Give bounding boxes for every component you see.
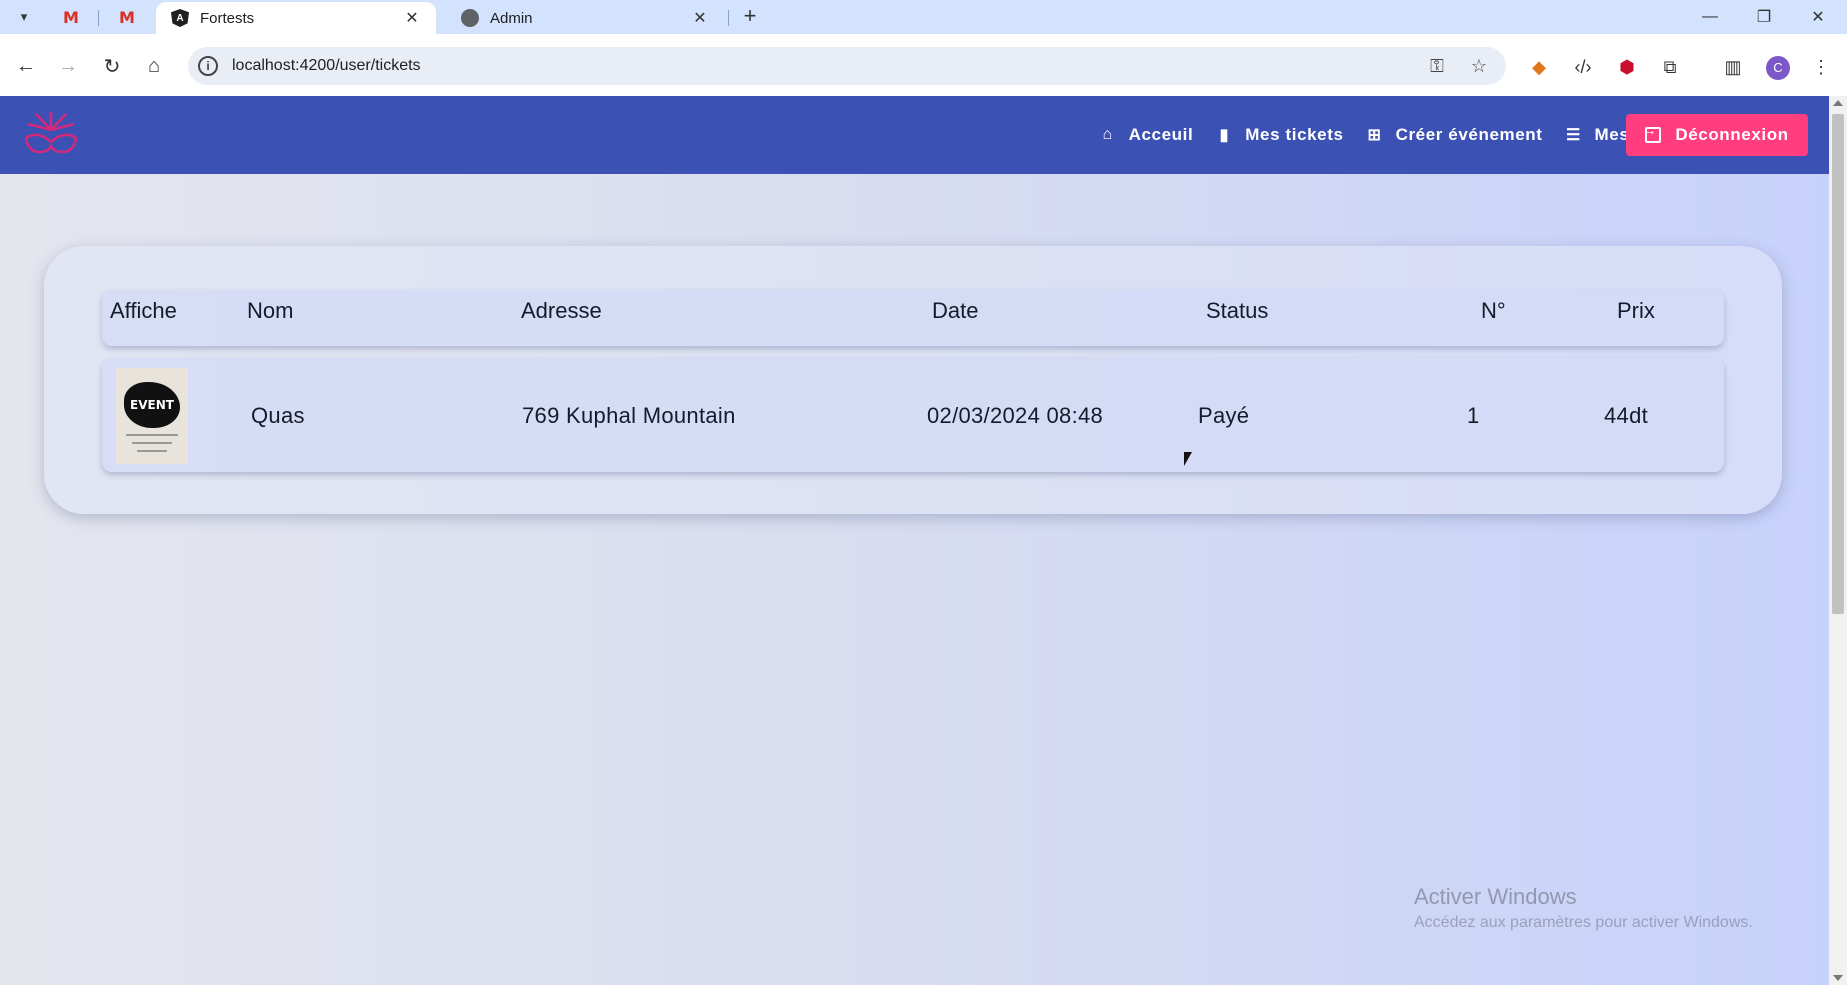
windows-activation-title: Activer Windows [1414,884,1577,909]
column-header-prix: Prix [1617,298,1655,323]
side-panel-icon[interactable]: ▥ [1720,54,1746,80]
nav-link-mes-tickets[interactable]: ▮ Mes tickets [1215,125,1343,145]
browser-tab-bar: ▾ M M A Fortests ✕ Admin ✕ + — ❐ ✕ [0,0,1847,34]
home-icon: ⌂ [1102,126,1113,143]
forward-arrow-icon[interactable]: → [54,52,82,80]
star-icon[interactable]: ☆ [1468,55,1490,77]
logout-label: Déconnexion [1675,125,1789,144]
back-arrow-icon[interactable]: ← [12,52,40,80]
scrollbar-thumb[interactable] [1832,114,1844,614]
new-tab-button[interactable]: + [738,5,762,29]
url-text: localhost:4200/user/tickets [232,57,421,74]
cell-prix: 44dt [1604,403,1649,428]
film-icon: ▮ [1219,127,1229,144]
profile-avatar[interactable]: C [1766,56,1790,80]
browser-toolbar: ← → ↻ ⌂ i localhost:4200/user/tickets ⚿ … [0,34,1847,96]
mouse-cursor-icon [1184,452,1192,466]
column-header-adresse: Adresse [521,298,602,323]
scroll-down-arrow-icon[interactable] [1833,975,1843,981]
gmail-icon: M [119,7,135,27]
column-header-date: Date [932,298,979,323]
nav-link-label: Acceuil [1128,125,1194,144]
app-navbar: ⌂ Acceuil ▮ Mes tickets ⊞ Créer événemen… [0,96,1829,174]
scroll-up-arrow-icon[interactable] [1833,100,1843,106]
pinned-tab-gmail[interactable]: M [54,5,88,29]
cell-status: Payé [1198,403,1250,428]
globe-icon [460,8,480,28]
angular-icon: A [170,8,190,28]
nav-link-label: Mes tickets [1245,125,1344,144]
tab-search-chevron-icon[interactable]: ▾ [12,5,36,29]
page-viewport: ⌂ Acceuil ▮ Mes tickets ⊞ Créer événemen… [0,96,1829,985]
close-tab-icon[interactable]: ✕ [690,8,710,28]
gmail-icon: M [63,7,79,27]
close-window-button[interactable]: ✕ [1798,4,1838,30]
adblock-extension-icon[interactable]: ⬢ [1614,54,1640,80]
list-icon: ☰ [1566,127,1581,144]
logout-icon [1642,122,1662,143]
code-extension-icon[interactable]: ‹/› [1570,54,1596,80]
column-header-numero: N° [1481,298,1506,323]
column-header-nom: Nom [247,298,294,323]
address-bar[interactable]: i localhost:4200/user/tickets ⚿ ☆ [188,47,1506,85]
cell-numero: 1 [1467,403,1480,428]
extensions-puzzle-icon[interactable]: ⧉ [1657,54,1683,80]
nav-link-acceuil[interactable]: ⌂ Acceuil [1099,125,1194,145]
poster-text: EVENT [130,398,174,412]
metamask-extension-icon[interactable]: ◆ [1526,54,1552,80]
tickets-card: Affiche Nom Adresse Date Status N° Prix … [44,246,1782,514]
tab-admin[interactable]: Admin ✕ [446,2,724,34]
plus-square-icon: ⊞ [1367,127,1382,144]
event-poster-image[interactable]: EVENT [116,368,188,464]
nav-link-label: Créer événement [1395,125,1543,144]
restore-window-button[interactable]: ❐ [1744,4,1784,30]
tab-title: Admin [490,9,533,27]
close-tab-icon[interactable]: ✕ [402,8,422,28]
logout-button[interactable]: Déconnexion [1626,114,1808,156]
pinned-tab-gmail[interactable]: M [110,5,144,29]
tab-separator [98,10,99,26]
kebab-menu-icon[interactable]: ⋮ [1808,54,1834,80]
column-header-status: Status [1206,298,1269,323]
vertical-scrollbar[interactable] [1829,96,1847,985]
table-header: Affiche Nom Adresse Date Status N° Prix [102,290,1724,346]
key-icon[interactable]: ⚿ [1426,55,1448,77]
mask-logo-icon[interactable] [18,108,84,164]
tab-title: Fortests [200,9,255,27]
windows-activation-subtitle: Accédez aux paramètres pour activer Wind… [1414,914,1753,931]
minimize-window-button[interactable]: — [1690,4,1730,30]
column-header-affiche: Affiche [110,298,177,323]
reload-icon[interactable]: ↻ [98,52,126,80]
site-info-icon[interactable]: i [198,56,218,76]
cell-nom: Quas [251,403,305,428]
nav-link-creer-evenement[interactable]: ⊞ Créer événement [1366,125,1543,145]
tab-fortests[interactable]: A Fortests ✕ [156,2,436,34]
table-row[interactable]: EVENT Quas 769 Kuphal Mountain 02/03/202… [102,358,1724,472]
cell-date: 02/03/2024 08:48 [927,403,1104,428]
cell-adresse: 769 Kuphal Mountain [522,403,736,428]
home-icon[interactable]: ⌂ [140,52,168,80]
tab-separator [728,10,729,26]
